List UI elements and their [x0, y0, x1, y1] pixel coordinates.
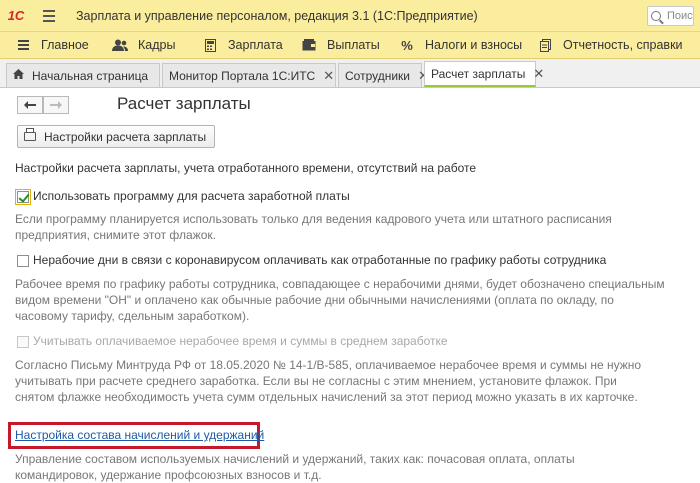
payroll-settings-button[interactable]: Настройки расчета зарплаты [17, 125, 216, 148]
back-button[interactable] [17, 96, 43, 114]
covid-hint-line1: Рабочее время по графику работы сотрудни… [15, 277, 665, 291]
use-payroll-hint-line1: Если программу планируется использовать … [15, 212, 612, 226]
home-icon [13, 69, 24, 82]
sections-panel: Главное Кадры Зарплата Выплаты % Налоги … [0, 32, 700, 59]
forward-button[interactable] [43, 96, 69, 114]
section-reports[interactable]: Отчетность, справки [537, 32, 683, 59]
covid-nonworking-days-checkbox[interactable] [17, 255, 29, 267]
close-tab-icon[interactable]: ✕ [533, 66, 544, 82]
section-caption: Настройки расчета зарплаты, учета отрабо… [15, 161, 477, 175]
use-payroll-checkbox[interactable] [15, 189, 31, 205]
section-payments[interactable]: Выплаты [301, 32, 399, 59]
search-input[interactable]: Поис [647, 6, 694, 26]
section-salary[interactable]: Зарплата [202, 32, 301, 59]
tab-home-page[interactable]: Начальная страница [6, 63, 160, 87]
window-title: Зарплата и управление персоналом, редакц… [76, 8, 478, 23]
open-windows-tabs: Начальная страница Монитор Портала 1С:ИТ… [0, 59, 700, 88]
search-icon [651, 11, 661, 21]
title-bar: 1С Зарплата и управление персоналом, ред… [0, 0, 700, 32]
accruals-deductions-settings-link[interactable]: Настройка состава начислений и удержаний [15, 428, 264, 442]
menu-icon [15, 40, 31, 50]
main-menu-button[interactable] [38, 0, 60, 32]
accruals-hint-line2: командировок, удержание профсоюзных взно… [15, 468, 322, 482]
average-earnings-hint-line1: Согласно Письму Минтруда РФ от 18.05.202… [15, 358, 642, 372]
section-main[interactable]: Главное [15, 32, 112, 59]
average-earnings-label: Учитывать оплачиваемое нерабочее время и… [33, 334, 448, 348]
calculator-icon [202, 38, 218, 52]
report-icon [537, 38, 553, 52]
covid-hint-line2: видом времени "ОН" и оплачено как обычны… [15, 293, 614, 307]
section-personnel[interactable]: Кадры [112, 32, 202, 59]
close-tab-icon[interactable]: ✕ [323, 68, 334, 84]
1c-logo-icon: 1С [7, 8, 25, 23]
page-title: Расчет зарплаты [117, 94, 251, 113]
covid-nonworking-days-label[interactable]: Нерабочие дни в связи с коронавирусом оп… [33, 253, 606, 268]
search-placeholder: Поис [667, 10, 693, 22]
accruals-hint-line1: Управление составом используемых начисле… [15, 452, 575, 466]
covid-hint-line3: часовому тарифу, сдельным заработком). [15, 309, 250, 323]
average-earnings-checkbox[interactable] [17, 336, 29, 348]
use-payroll-hint-line2: предприятия, снимите этот флажок. [15, 228, 217, 242]
average-earnings-hint-line2: учитывать при расчете среднего заработка… [15, 374, 617, 388]
percent-icon: % [401, 37, 413, 53]
average-earnings-hint-line3: снятом флажке необходимость учета сумм о… [15, 390, 638, 404]
form-content: Расчет зарплаты Настройки расчета зарпла… [0, 88, 700, 482]
section-taxes[interactable]: % Налоги и взносы [399, 32, 537, 59]
people-icon [112, 39, 128, 52]
tab-its-portal-monitor[interactable]: Монитор Портала 1С:ИТС ✕ [162, 63, 336, 87]
tab-payroll-calculation[interactable]: Расчет зарплаты ✕ [424, 61, 544, 87]
navigation-buttons [17, 96, 69, 114]
tab-employees[interactable]: Сотрудники ✕ [338, 63, 429, 87]
wallet-icon [301, 39, 317, 51]
printer-icon [24, 128, 36, 141]
use-payroll-label[interactable]: Использовать программу для расчета зараб… [33, 189, 350, 204]
